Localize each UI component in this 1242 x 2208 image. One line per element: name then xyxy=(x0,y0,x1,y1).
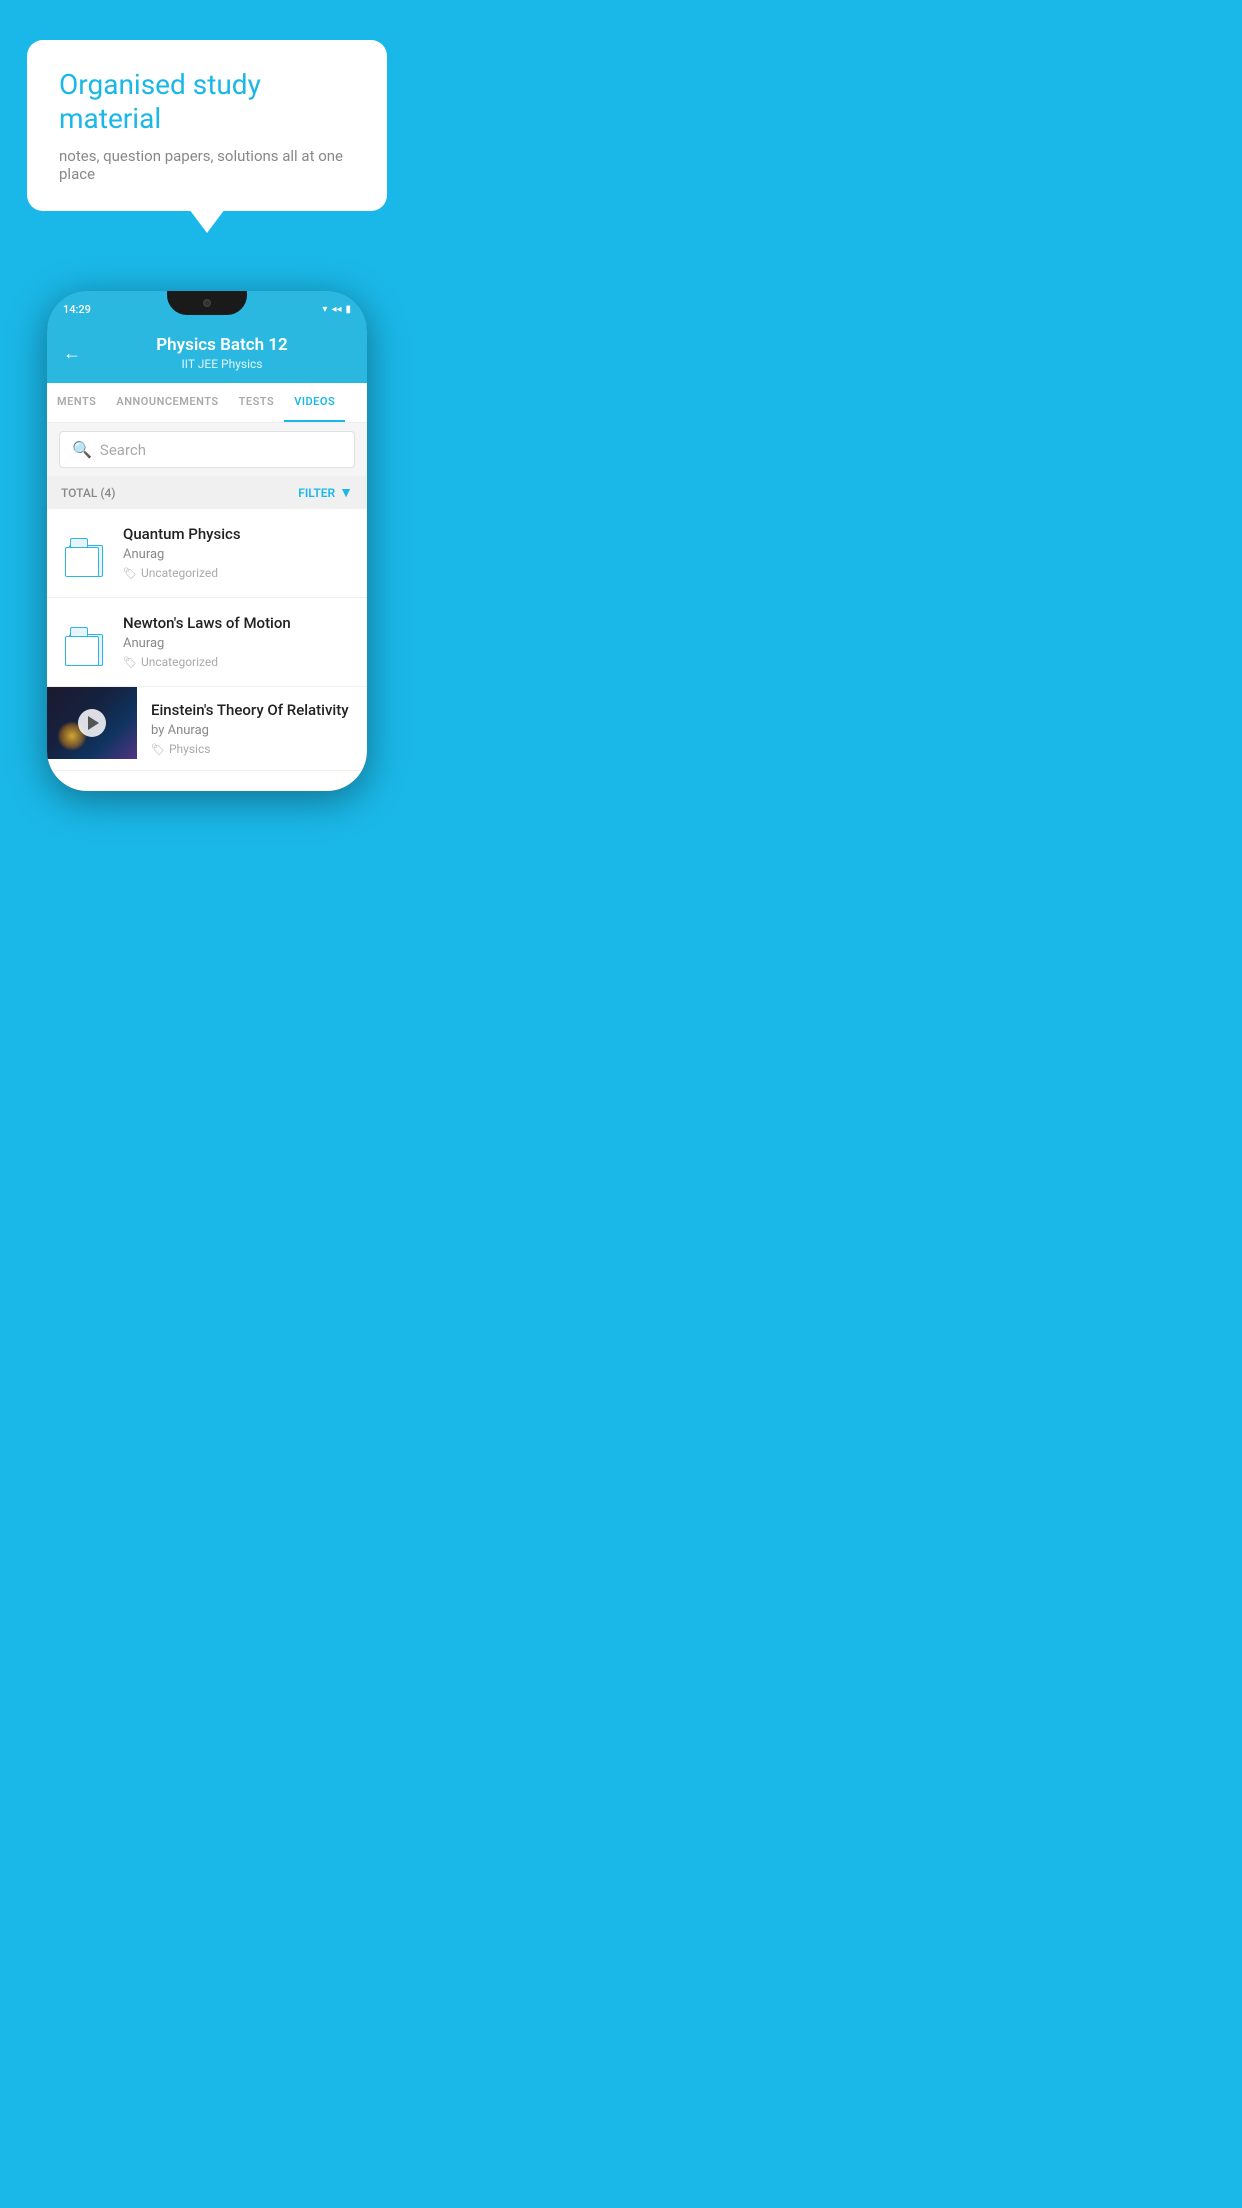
item-author: Anurag xyxy=(123,547,353,562)
filter-button[interactable]: FILTER ▼ xyxy=(298,484,353,501)
notch xyxy=(167,291,247,315)
header-title: Physics Batch 12 xyxy=(93,335,351,355)
folder-front xyxy=(65,636,99,666)
promo-section: Organised study material notes, question… xyxy=(0,0,414,271)
content-list: Quantum Physics Anurag 🏷 Uncategorized xyxy=(47,509,367,771)
item-icon-1 xyxy=(61,529,109,581)
item-details-3: Einstein's Theory Of Relativity by Anura… xyxy=(151,687,353,770)
filter-bar: TOTAL (4) FILTER ▼ xyxy=(47,476,367,509)
wifi-icon: ▾ xyxy=(322,304,327,315)
item-tag: 🏷 Physics xyxy=(151,742,353,756)
phone-bottom xyxy=(47,771,367,791)
search-input[interactable]: 🔍 Search xyxy=(59,431,355,468)
camera xyxy=(203,299,211,307)
search-icon: 🔍 xyxy=(72,440,92,459)
item-tag: 🏷 Uncategorized xyxy=(123,655,353,669)
back-button[interactable]: ← xyxy=(63,343,81,364)
app-container: Organised study material notes, question… xyxy=(0,0,414,791)
tag-icon: 🏷 xyxy=(151,743,165,756)
item-author: Anurag xyxy=(123,636,353,651)
item-tag: 🏷 Uncategorized xyxy=(123,566,353,580)
phone-wrapper: 14:29 ▾ ◂◂ ▮ ← Physics Batch 12 IIT JEE … xyxy=(0,271,414,791)
tag-label: Uncategorized xyxy=(141,566,218,580)
item-title: Quantum Physics xyxy=(123,525,353,543)
status-icons: ▾ ◂◂ ▮ xyxy=(322,304,351,315)
tab-ments[interactable]: MENTS xyxy=(47,383,106,422)
status-time: 14:29 xyxy=(63,303,91,316)
bubble-title: Organised study material xyxy=(59,68,355,135)
item-title: Einstein's Theory Of Relativity xyxy=(151,701,353,719)
play-button[interactable] xyxy=(78,709,106,737)
header-subtitle: IIT JEE Physics xyxy=(93,357,351,371)
item-title: Newton's Laws of Motion xyxy=(123,614,353,632)
item-details-1: Quantum Physics Anurag 🏷 Uncategorized xyxy=(123,525,353,580)
filter-label: FILTER xyxy=(298,486,335,500)
item-details-2: Newton's Laws of Motion Anurag 🏷 Uncateg… xyxy=(123,614,353,669)
item-icon-2 xyxy=(61,618,109,670)
tab-announcements[interactable]: ANNOUNCEMENTS xyxy=(106,383,228,422)
folder-icon xyxy=(65,533,105,577)
bubble-subtitle: notes, question papers, solutions all at… xyxy=(59,147,355,183)
total-count: TOTAL (4) xyxy=(61,486,115,500)
search-container: 🔍 Search xyxy=(47,423,367,476)
app-header: ← Physics Batch 12 IIT JEE Physics xyxy=(47,327,367,383)
item-author: by Anurag xyxy=(151,723,353,738)
video-thumbnail xyxy=(47,687,137,759)
battery-icon: ▮ xyxy=(345,304,351,315)
status-bar: 14:29 ▾ ◂◂ ▮ xyxy=(47,291,367,327)
folder-front xyxy=(65,547,99,577)
play-icon xyxy=(88,716,99,730)
search-placeholder: Search xyxy=(100,441,146,459)
tag-label: Uncategorized xyxy=(141,655,218,669)
tag-icon: 🏷 xyxy=(123,567,137,580)
list-item[interactable]: Quantum Physics Anurag 🏷 Uncategorized xyxy=(47,509,367,598)
tag-label: Physics xyxy=(169,742,210,756)
tag-icon: 🏷 xyxy=(123,656,137,669)
list-item[interactable]: Newton's Laws of Motion Anurag 🏷 Uncateg… xyxy=(47,598,367,687)
phone-mockup: 14:29 ▾ ◂◂ ▮ ← Physics Batch 12 IIT JEE … xyxy=(47,291,367,791)
signal-icon: ◂◂ xyxy=(331,304,341,315)
header-center: Physics Batch 12 IIT JEE Physics xyxy=(93,335,351,371)
tab-videos[interactable]: VIDEOS xyxy=(284,383,345,422)
speech-bubble: Organised study material notes, question… xyxy=(27,40,387,211)
list-item-thumb[interactable]: Einstein's Theory Of Relativity by Anura… xyxy=(47,687,367,771)
filter-icon: ▼ xyxy=(339,484,353,501)
tab-bar: MENTS ANNOUNCEMENTS TESTS VIDEOS xyxy=(47,383,367,423)
folder-icon xyxy=(65,622,105,666)
tab-tests[interactable]: TESTS xyxy=(229,383,285,422)
